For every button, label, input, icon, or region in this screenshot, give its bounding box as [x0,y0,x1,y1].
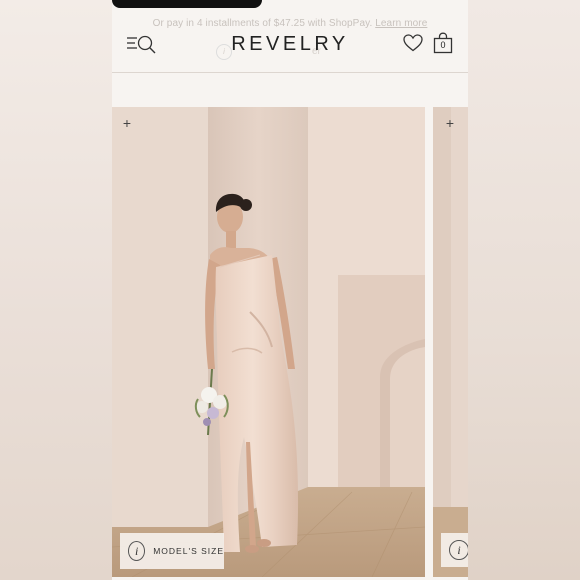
background-left [0,0,112,580]
photo-scene [112,107,425,577]
zoom-plus-icon-2[interactable]: + [443,116,457,130]
model-size-label: MODEL'S SIZE [153,546,224,556]
site-header: i er REVELRY 0 [112,28,468,73]
phone-screen: Or pay in 4 installments of $47.25 with … [112,0,468,580]
bag-count: 0 [440,40,446,50]
next-photo-scene [433,107,468,577]
next-product-photo[interactable]: + i [433,107,468,577]
model-size-button[interactable]: i MODEL'S SIZE [120,533,224,569]
heart-icon[interactable] [403,34,423,52]
background-right [468,0,580,580]
shopping-bag-button[interactable]: 0 [433,32,453,54]
zoom-plus-icon[interactable]: + [120,116,134,130]
phone-notch [112,0,262,8]
info-icon: i [128,541,146,561]
model-size-button-2[interactable]: i [441,533,468,567]
product-photo[interactable]: + i MODEL'S SIZE [112,107,425,577]
info-icon-2: i [449,540,468,560]
